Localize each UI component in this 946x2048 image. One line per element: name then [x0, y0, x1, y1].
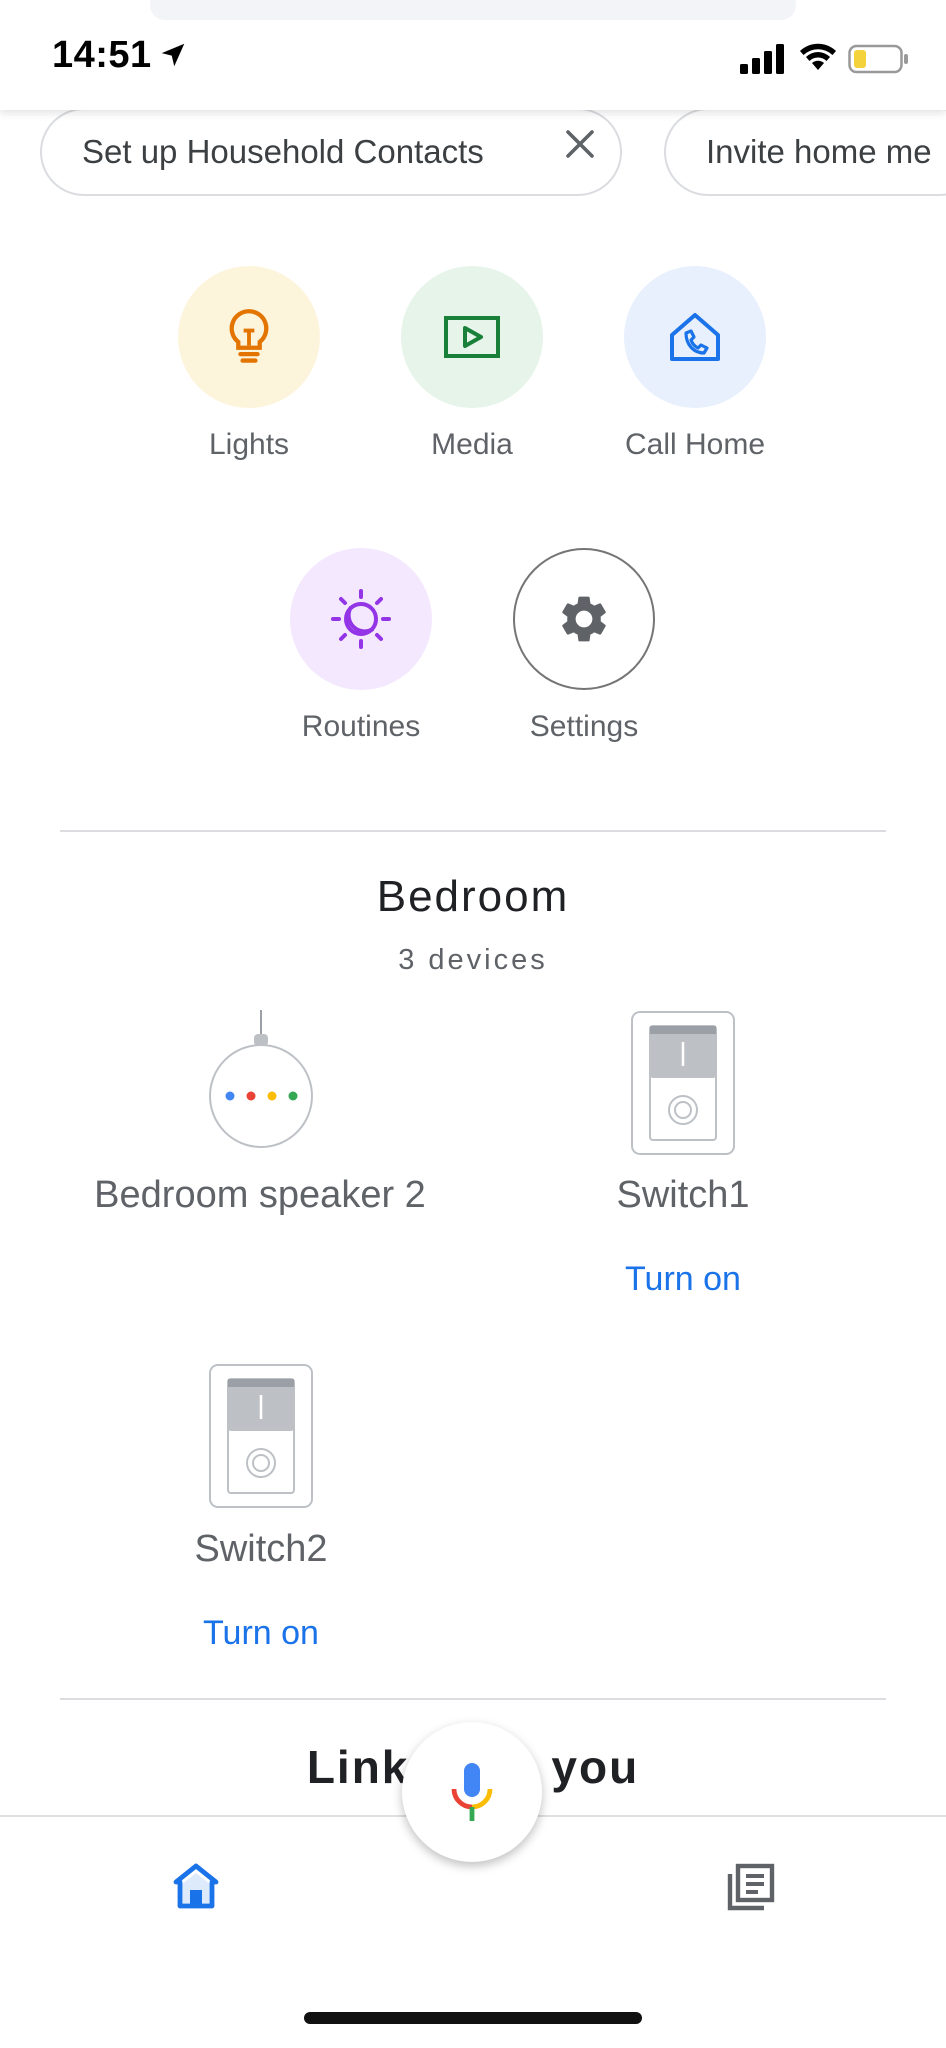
wifi-icon — [800, 43, 836, 70]
call-home-button[interactable] — [624, 266, 766, 408]
feed-icon[interactable] — [724, 1862, 776, 1914]
battery-icon — [848, 44, 908, 74]
next-section-title-left: Link — [306, 1741, 410, 1793]
call-home-label: Call Home — [624, 428, 766, 461]
chip-label: Set up Household Contacts — [82, 133, 484, 170]
switch1-turn-on-button[interactable]: Turn on — [533, 1260, 833, 1299]
routines-label: Routines — [301, 710, 421, 743]
assistant-mic-button[interactable] — [402, 1722, 542, 1862]
routines-button[interactable] — [290, 548, 432, 690]
room-device-count: 3 devices — [398, 944, 548, 976]
household-contacts-chip[interactable]: Set up Household Contacts — [40, 108, 622, 196]
sun-moon-icon — [331, 589, 391, 649]
chip-label: Invite home me — [706, 133, 932, 170]
lightbulb-icon — [229, 309, 269, 363]
next-section-title-right: you — [551, 1741, 640, 1793]
section-divider — [60, 830, 886, 832]
status-time: 14:51 — [52, 34, 152, 76]
cellular-signal-icon — [740, 44, 784, 74]
device-name-switch1[interactable]: Switch1 — [533, 1174, 833, 1217]
home-indicator — [304, 2012, 642, 2024]
switch2-turn-on-button[interactable]: Turn on — [111, 1614, 411, 1653]
microphone-icon — [451, 1763, 493, 1821]
gear-icon — [562, 596, 606, 642]
settings-button[interactable] — [513, 548, 655, 690]
home-icon[interactable] — [172, 1862, 220, 1910]
settings-label: Settings — [529, 710, 639, 743]
location-arrow-icon — [161, 43, 185, 67]
media-button[interactable] — [401, 266, 543, 408]
house-phone-icon — [670, 313, 720, 361]
lights-button[interactable] — [178, 266, 320, 408]
close-icon[interactable] — [562, 126, 598, 162]
media-label: Media — [431, 428, 513, 461]
lights-label: Lights — [208, 428, 290, 461]
top-search-pill — [150, 0, 796, 20]
device-name-switch2[interactable]: Switch2 — [111, 1528, 411, 1571]
room-title: Bedroom — [376, 872, 570, 921]
switch-icon[interactable] — [630, 1010, 736, 1156]
invite-home-member-chip[interactable]: Invite home me — [664, 108, 946, 196]
smart-speaker-icon[interactable] — [206, 1008, 316, 1150]
section-divider — [60, 1698, 886, 1700]
switch-icon[interactable] — [208, 1363, 314, 1509]
play-box-icon — [444, 316, 500, 358]
device-name-bedroom-speaker-2[interactable]: Bedroom speaker 2 — [40, 1174, 480, 1217]
